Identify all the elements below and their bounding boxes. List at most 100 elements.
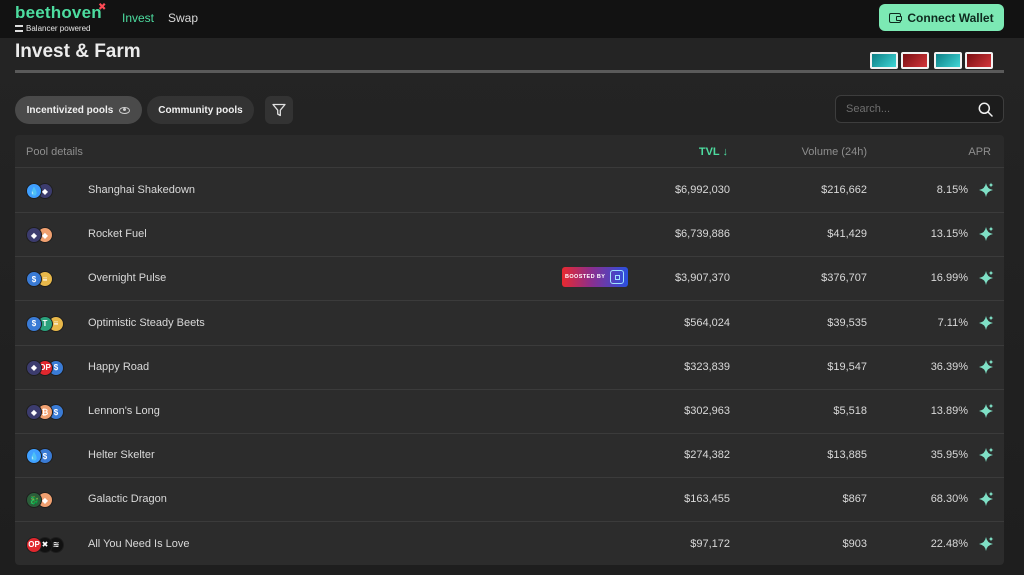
pool-tvl: $6,992,030	[674, 184, 730, 196]
table-row[interactable]: 💧 ◆ Shanghai Shakedown $6,992,030 $216,662 8.…	[15, 169, 1004, 213]
boosted-label: BOOSTED BY	[565, 274, 606, 281]
pool-tvl: $3,907,370	[674, 272, 730, 285]
top-nav: beethoven ✖ Balancer powered Invest Swap …	[0, 0, 1024, 38]
table-row[interactable]: ◆ ₿ $ Lennon's Long $302,963 $5,518 13.89%	[15, 390, 1004, 434]
token-icon: $	[26, 315, 42, 332]
token-icons: OP ✖ ≋	[26, 536, 86, 553]
incentivized-pools-tab[interactable]: Incentivized pools	[15, 96, 142, 124]
pool-volume: $39,535	[827, 316, 867, 329]
pool-volume: $376,707	[821, 272, 867, 285]
sparkle-icon[interactable]	[978, 359, 994, 378]
pool-tvl: $97,172	[690, 537, 730, 550]
pool-apr: 13.15%	[930, 228, 968, 241]
search-icon[interactable]	[978, 102, 993, 117]
pool-apr: 16.99%	[930, 272, 968, 285]
balancer-icon	[15, 25, 23, 32]
pool-apr: 7.11%	[937, 316, 968, 329]
token-icon: 💧	[26, 183, 42, 199]
boosted-badge: BOOSTED BY	[562, 267, 628, 288]
pool-tvl: $564,024	[684, 316, 730, 329]
sparkle-icon[interactable]	[978, 182, 994, 201]
pool-volume: $867	[842, 493, 867, 506]
arrow-down-icon: ↓	[722, 146, 729, 158]
token-icons: ◆ ◆	[26, 227, 86, 244]
glasses-icon	[870, 52, 929, 69]
pool-apr: 8.15%	[936, 184, 968, 196]
pool-tvl: $302,963	[684, 405, 730, 417]
table-header: Pool details TVL ↓ Volume (24h) APR	[15, 135, 1004, 168]
pool-apr: 36.39%	[930, 360, 968, 373]
partner-logo-icon	[610, 270, 625, 285]
token-icons: 🐉 ◆	[26, 492, 86, 509]
table-row[interactable]: ◆ ◆ Rocket Fuel $6,739,886 $41,429 13.15%	[15, 213, 1004, 258]
search-box[interactable]	[835, 95, 1004, 123]
brand-x-mark: ✖	[98, 2, 107, 13]
community-pools-tab[interactable]: Community pools	[147, 96, 254, 124]
connect-wallet-button[interactable]: Connect Wallet	[879, 4, 1004, 31]
token-icon: ◆	[26, 359, 42, 376]
pool-apr: 68.30%	[930, 493, 968, 506]
table-row[interactable]: OP ✖ ≋ All You Need Is Love $97,172 $903 22.48…	[15, 523, 1004, 565]
sparkle-icon[interactable]	[978, 536, 994, 555]
brand-name: beethoven	[15, 3, 102, 22]
sparkle-icon[interactable]	[978, 226, 994, 245]
table-row[interactable]: 🐉 ◆ Galactic Dragon $163,455 $867 68.30%	[15, 478, 1004, 523]
pool-apr: 22.48%	[930, 537, 968, 550]
sparkle-icon[interactable]	[978, 491, 994, 510]
pool-name: Optimistic Steady Beets	[88, 316, 205, 329]
pool-name: Happy Road	[88, 360, 150, 373]
header-tvl-label: TVL	[698, 146, 720, 158]
incentivized-pools-label: Incentivized pools	[26, 104, 114, 116]
sparkle-icon[interactable]	[978, 403, 994, 422]
nav-link-invest[interactable]: Invest	[122, 11, 154, 25]
sparkle-icon[interactable]	[978, 315, 994, 334]
community-pools-label: Community pools	[158, 104, 243, 116]
header-tvl-sort[interactable]: TVL ↓	[699, 146, 728, 158]
pool-name: Lennon's Long	[88, 405, 160, 417]
pool-tvl: $6,739,886	[674, 228, 730, 241]
header-apr-sort[interactable]: APR	[968, 146, 991, 158]
token-icon: OP	[26, 536, 42, 553]
sparkle-icon[interactable]	[978, 270, 994, 289]
pool-volume: $216,662	[821, 184, 867, 196]
table-row[interactable]: $ T ≡ Optimistic Steady Beets $564,024 $39,53…	[15, 302, 1004, 346]
nav-link-swap[interactable]: Swap	[168, 11, 198, 25]
token-icons: 💧 ◆	[26, 183, 86, 199]
search-input[interactable]	[846, 101, 971, 117]
pool-name: Rocket Fuel	[88, 228, 147, 241]
pool-tvl: $274,382	[684, 449, 730, 462]
pool-name: Overnight Pulse	[88, 272, 167, 285]
eye-icon	[119, 106, 131, 114]
table-row[interactable]: ◆ OP $ Happy Road $323,839 $19,547 36.39%	[15, 346, 1004, 390]
token-icons: $ T ≡	[26, 315, 86, 332]
pool-volume: $903	[842, 537, 867, 550]
filter-icon	[272, 103, 286, 117]
header-volume-sort[interactable]: Volume (24h)	[802, 146, 867, 158]
table-row[interactable]: 💧 $ Helter Skelter $274,382 $13,885 35.95%	[15, 434, 1004, 479]
token-icons: ◆ OP $	[26, 359, 86, 376]
page-title: Invest & Farm	[15, 41, 141, 62]
pool-name: All You Need Is Love	[88, 537, 190, 550]
pool-name: Helter Skelter	[88, 449, 155, 462]
header-pool-details: Pool details	[26, 146, 83, 158]
pool-name: Galactic Dragon	[88, 493, 167, 506]
filter-button[interactable]	[265, 96, 293, 124]
pool-volume: $13,885	[827, 449, 867, 462]
token-icon: ◆	[26, 404, 42, 420]
pools-table: Pool details TVL ↓ Volume (24h) APR 💧 ◆ Sh…	[15, 135, 1004, 565]
pool-tvl: $323,839	[684, 360, 730, 373]
pool-volume: $19,547	[827, 360, 867, 373]
sparkle-icon[interactable]	[978, 447, 994, 466]
token-icons: ◆ ₿ $	[26, 404, 86, 420]
connect-wallet-label: Connect Wallet	[907, 10, 994, 25]
pool-tvl: $163,455	[684, 493, 730, 506]
glasses-icon	[934, 52, 993, 69]
pool-apr: 35.95%	[930, 449, 968, 462]
token-icons: $ ≡	[26, 271, 86, 288]
pool-name: Shanghai Shakedown	[88, 184, 196, 196]
pool-volume: $5,518	[833, 405, 867, 417]
title-divider	[15, 70, 1004, 73]
token-icons: 💧 $	[26, 448, 86, 465]
brand-logo[interactable]: beethoven ✖ Balancer powered	[15, 2, 106, 33]
table-row[interactable]: $ ≡ Overnight Pulse BOOSTED BY $3,907,370 $37…	[15, 257, 1004, 302]
